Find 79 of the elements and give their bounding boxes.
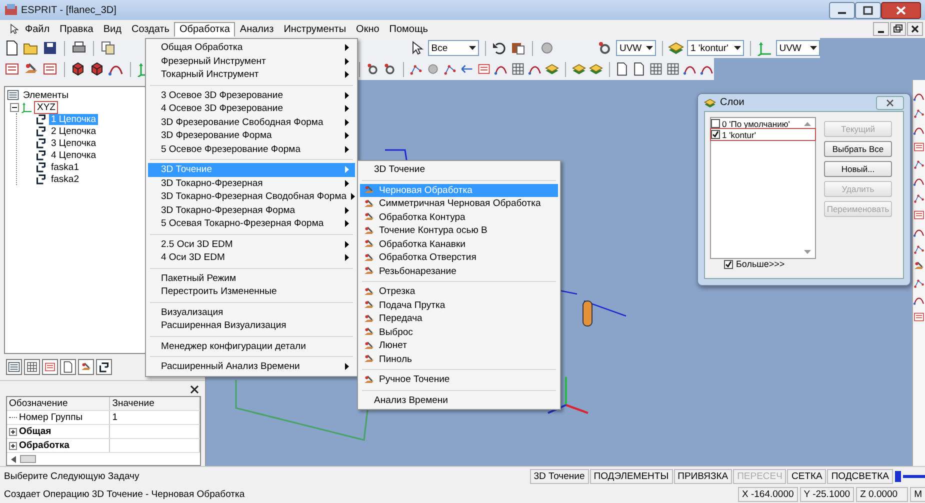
- menu-item[interactable]: Люнет: [360, 339, 558, 352]
- tree-item[interactable]: faska2: [49, 174, 81, 184]
- status-message: Выберите Следующую Задачу: [4, 470, 140, 482]
- menu-item[interactable]: 3D Токарно-Фрезерная: [148, 176, 355, 190]
- menu-item[interactable]: Менеджер конфигурации детали: [148, 340, 355, 353]
- menu-item[interactable]: Обработка Контура: [360, 210, 558, 224]
- dialog-title: Слои: [720, 97, 744, 108]
- dropdown[interactable]: 1 'kontur': [687, 40, 744, 56]
- coordinate-readout: M: [910, 486, 925, 502]
- menu-item[interactable]: Обработка Отверстия: [360, 251, 558, 264]
- menu-item[interactable]: Передача: [360, 312, 558, 326]
- menu-item[interactable]: Анализ Времени: [360, 394, 558, 407]
- menu-item[interactable]: Расширенная Визуализация: [148, 319, 355, 332]
- menu-item[interactable]: Подача Прутка: [360, 298, 558, 312]
- coordinate-readout: Y -25.1000: [800, 486, 854, 502]
- menu-item[interactable]: Пиноль: [360, 352, 558, 366]
- dropdown[interactable]: UVW: [776, 40, 820, 56]
- property-value: 1: [110, 411, 200, 424]
- menu-item[interactable]: 5 Осевая Токарно-Фрезерная Форма: [148, 217, 355, 230]
- property-group[interactable]: Общая: [19, 426, 52, 437]
- menu-item[interactable]: 5 Осевое Фрезерование Форма: [148, 142, 355, 156]
- property-group[interactable]: Обработка: [19, 440, 70, 451]
- menu-item[interactable]: 2.5 Оси 3D EDM: [148, 238, 355, 251]
- status-pane[interactable]: 3D Точение: [530, 468, 589, 484]
- menu-item[interactable]: Инструменты: [278, 22, 352, 36]
- menu-item[interactable]: 3D Фрезерование Свободная Форма: [148, 116, 355, 129]
- dropdown[interactable]: Все: [428, 40, 479, 56]
- menu-item[interactable]: Общая Обработка: [148, 41, 355, 54]
- menu-item[interactable]: Анализ: [234, 22, 279, 36]
- coordinate-readout: Z 0.0000: [856, 486, 908, 502]
- menu-item[interactable]: 3D Токарно-Фрезерная Форма: [148, 204, 355, 217]
- menu-item[interactable]: 3D Токарно-Фрезерная Сводобная Форма: [148, 190, 355, 204]
- column-header: Значение: [110, 397, 200, 410]
- tree-item[interactable]: Элементы: [21, 90, 71, 100]
- column-header: Обозначение: [7, 397, 110, 410]
- menu-item[interactable]: 3D Точение: [360, 163, 558, 176]
- menu-item[interactable]: Перестроить Измененные: [148, 285, 355, 298]
- menu-item[interactable]: Окно: [351, 22, 384, 36]
- tree-item[interactable]: 4 Цепочка: [49, 150, 98, 160]
- tree-item[interactable]: XYZ: [35, 102, 58, 112]
- tree-item[interactable]: 3 Цепочка: [49, 138, 98, 148]
- property-name: Номер Группы: [19, 412, 83, 423]
- menu-item[interactable]: Токарный Инструмент: [148, 68, 355, 82]
- menu-item[interactable]: Пакетный Режим: [148, 272, 355, 285]
- menu-item[interactable]: Точение Контура осью B: [360, 224, 558, 238]
- menu-item[interactable]: 3D Фрезерование Форма: [148, 129, 355, 142]
- status-pane[interactable]: ПРИВЯЗКА: [674, 468, 732, 484]
- tree-item[interactable]: faska1: [49, 162, 81, 172]
- menu-item[interactable]: Помощь: [384, 22, 433, 36]
- menu-item[interactable]: 3 Осевое 3D Фрезерование: [148, 88, 355, 102]
- menu-item[interactable]: Обработка: [174, 22, 235, 36]
- layer-item[interactable]: 0 'По умолчанию': [711, 118, 815, 129]
- menu-item[interactable]: Выброс: [360, 326, 558, 339]
- layer-item[interactable]: 1 'kontur': [711, 129, 815, 140]
- menu-item[interactable]: Визуализация: [148, 306, 355, 319]
- menu-item[interactable]: Обработка Канавки: [360, 238, 558, 251]
- status-pane[interactable]: ПОДЭЛЕМЕНТЫ: [590, 468, 673, 484]
- tree-item[interactable]: 2 Цепочка: [49, 126, 98, 136]
- status-hint: Создает Операцию 3D Точение - Черновая Обработка: [4, 488, 245, 500]
- menu-item[interactable]: Файл: [20, 22, 55, 36]
- menu-item[interactable]: Правка: [54, 22, 98, 36]
- coordinate-readout: X -164.0000: [738, 486, 798, 502]
- menu-item[interactable]: 4 Осевое 3D Фрезерование: [148, 102, 355, 116]
- checkbox-label: Больше>>>: [736, 259, 785, 269]
- dialog-button[interactable]: Новый...: [824, 161, 892, 177]
- window-title: ESPRIT - [flanec_3D]: [21, 4, 116, 16]
- dropdown[interactable]: UVW: [616, 40, 656, 56]
- dialog-button[interactable]: Выбрать Все: [824, 141, 892, 157]
- menu-item[interactable]: 4 Оси 3D EDM: [148, 251, 355, 264]
- menu-item[interactable]: Создать: [126, 22, 174, 36]
- status-pane[interactable]: ПОДСВЕТКА: [827, 468, 893, 484]
- menu-item[interactable]: Ручное Точение: [360, 373, 558, 386]
- menu-item[interactable]: Вид: [98, 22, 126, 36]
- menu-item[interactable]: Симметричная Черновая Обработка: [360, 197, 558, 210]
- status-pane[interactable]: СЕТКА: [787, 468, 826, 484]
- menu-item[interactable]: Резьбонарезание: [360, 264, 558, 278]
- menu-item[interactable]: Расширенный Анализ Времени: [148, 360, 355, 374]
- menu-item[interactable]: Фрезерный Инструмент: [148, 54, 355, 68]
- menu-item[interactable]: Отрезка: [360, 285, 558, 298]
